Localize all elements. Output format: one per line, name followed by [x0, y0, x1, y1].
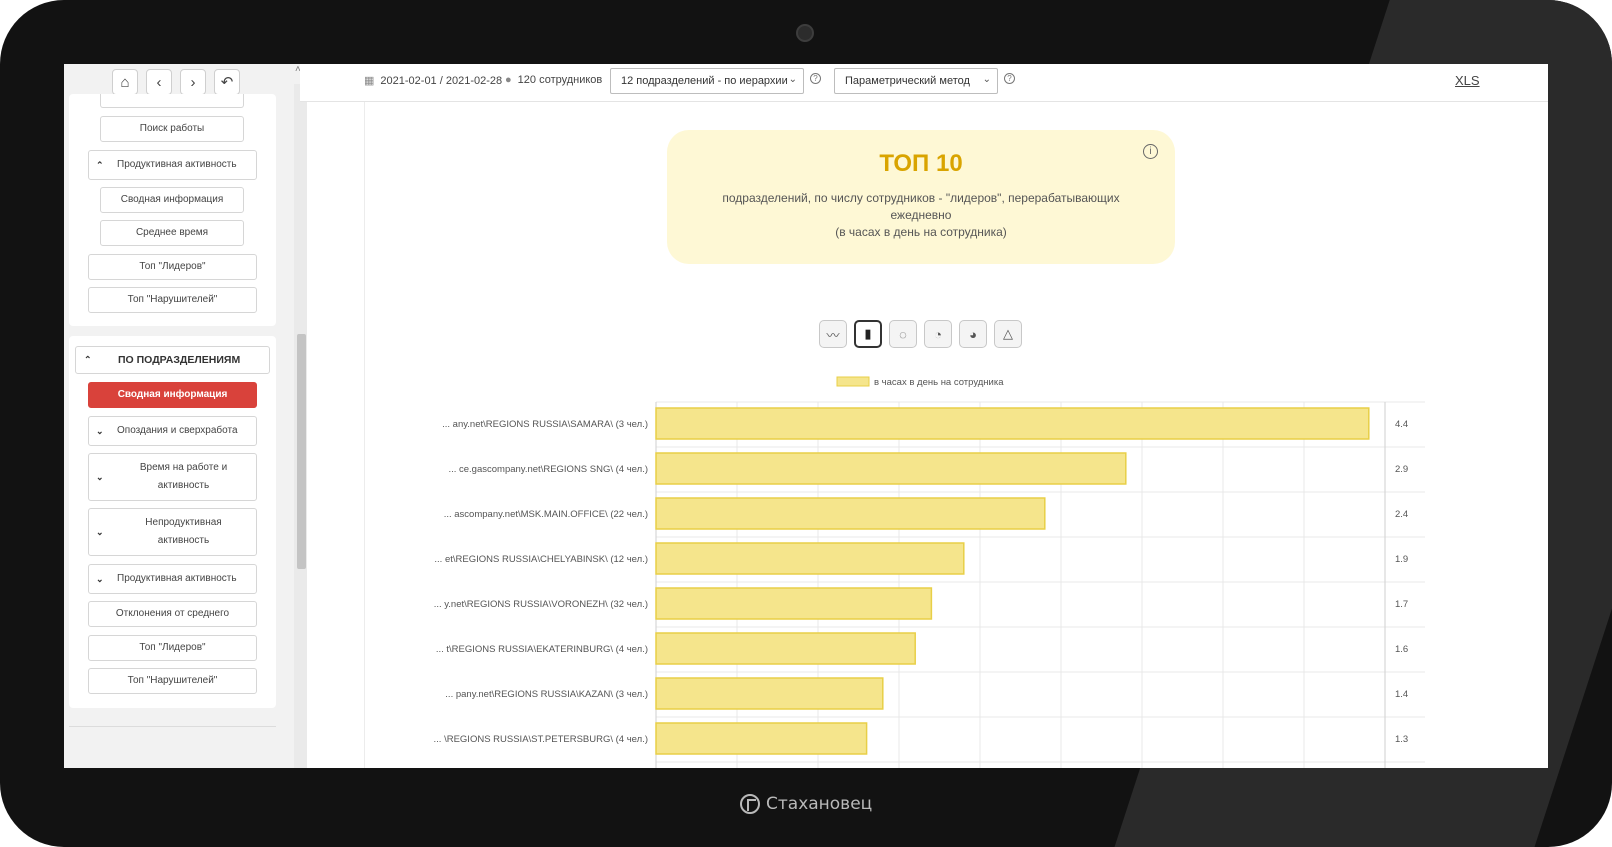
bar — [655, 722, 868, 755]
main-content: ТОП 10 подразделений, по числу сотрудник… — [364, 102, 1504, 768]
forward-icon[interactable]: › — [180, 69, 206, 95]
back-icon[interactable]: ‹ — [146, 69, 172, 95]
calendar-icon: ▦ — [364, 75, 375, 87]
brand: Стахановец — [740, 792, 872, 816]
department-select[interactable]: 12 подразделений - по иерархии ⌄ — [610, 68, 804, 94]
topbar: ▦ 2021-02-01 / 2021-02-28 ● 120 сотрудни… — [300, 64, 1548, 102]
value-label: 1.9 — [1395, 554, 1408, 565]
chart-title: ТОП 10 — [879, 150, 963, 177]
method-select[interactable]: Параметрический метод ⌄ — [834, 68, 998, 94]
category-label: ... ascompany.net\MSK.MAIN.OFFICE\ (22 ч… — [444, 509, 648, 520]
category-label: ... pany.net\REGIONS RUSSIA\KAZAN\ (3 че… — [445, 689, 648, 700]
radar-chart-icon[interactable]: △ — [994, 320, 1022, 348]
bar — [655, 452, 1127, 485]
undo-icon[interactable]: ↶ — [214, 69, 240, 95]
sidebar-scrollbar-thumb[interactable] — [297, 334, 306, 569]
sidebar-item-deviation[interactable]: Отклонения от среднего — [88, 601, 257, 627]
chevron-down-icon: ⌄ — [96, 472, 104, 482]
home-icon[interactable]: ⌂ — [112, 69, 138, 95]
value-label: 4.4 — [1395, 419, 1408, 430]
chart-subtitle: подразделений, по числу сотрудников - "л… — [722, 191, 1120, 239]
info-icon[interactable]: i — [1143, 144, 1158, 159]
employee-count[interactable]: ● 120 сотрудников — [505, 74, 602, 86]
help-icon[interactable]: ? — [1004, 73, 1015, 84]
sidebar-item-partial[interactable] — [100, 94, 244, 108]
nav-toolbar: ⌂ ‹ › ↶ — [112, 69, 240, 95]
bar — [655, 542, 965, 575]
chevron-down-icon: ⌄ — [788, 74, 797, 85]
chevron-down-icon: ⌄ — [96, 426, 104, 436]
bar-chart-icon[interactable]: ▮ — [854, 320, 882, 348]
bar — [655, 587, 933, 620]
sidebar-item-top-leaders[interactable]: Топ "Лидеров" — [88, 254, 257, 280]
bar — [655, 632, 916, 665]
category-label: ... y.net\REGIONS RUSSIA\VORONEZH\ (32 ч… — [434, 599, 648, 610]
value-label: 1.3 — [1395, 734, 1408, 745]
pie-chart-icon[interactable]: ◔ — [924, 320, 952, 348]
category-label: ... t\REGIONS RUSSIA\EKATERINBURG\ (4 че… — [436, 644, 648, 655]
category-label: ... \REGIONS RUSSIA\ST.PETERSBURG\ (4 че… — [434, 734, 648, 745]
tablet-frame: ⌂ ‹ › ↶ ˄ Поиск работы ⌃ Продуктивная ак… — [0, 0, 1612, 847]
sidebar-item-lateness[interactable]: ⌄ Опоздания и сверхработа — [88, 416, 257, 446]
bar — [655, 407, 1370, 440]
title-card: ТОП 10 подразделений, по числу сотрудник… — [667, 130, 1175, 264]
sidebar-item-dept-top-violators[interactable]: Топ "Нарушителей" — [88, 668, 257, 694]
value-label: 2.4 — [1395, 509, 1408, 520]
chevron-up-icon: ⌃ — [96, 160, 104, 170]
bar — [655, 677, 884, 710]
sidebar: ⌂ ‹ › ↶ ˄ Поиск работы ⌃ Продуктивная ак… — [64, 64, 307, 768]
value-label: 1.7 — [1395, 599, 1408, 610]
bar — [655, 497, 1046, 530]
sidebar-item-productive[interactable]: ⌄ Продуктивная активность — [88, 564, 257, 594]
category-label: ... any.net\REGIONS RUSSIA\SAMARA\ (3 че… — [442, 419, 648, 430]
legend-label: в часах в день на сотрудника — [874, 377, 1004, 388]
date-range[interactable]: ▦ 2021-02-01 / 2021-02-28 — [364, 74, 502, 88]
brand-logo-icon — [740, 794, 760, 814]
sidebar-item-top-violators[interactable]: Топ "Нарушителей" — [88, 287, 257, 313]
bar-chart: в часах в день на сотрудника ... any.net\… — [434, 376, 1425, 768]
app-screen: ⌂ ‹ › ↶ ˄ Поиск работы ⌃ Продуктивная ак… — [64, 64, 1548, 768]
chevron-down-icon: ⌄ — [96, 527, 104, 537]
sidebar-item-unproductive[interactable]: ⌄ Непродуктивная активность — [88, 508, 257, 556]
chart-type-switcher: 〰 ▮ ◌ ◔ ◕ △ — [819, 320, 1022, 348]
polar-area-chart-icon[interactable]: ◕ — [959, 320, 987, 348]
sidebar-item-time-at-work[interactable]: ⌄ Время на работе и активность — [88, 453, 257, 501]
xls-export-link[interactable]: XLS — [1455, 73, 1480, 88]
camera-lens — [796, 24, 814, 42]
section-departments-header[interactable]: ⌃ ПО ПОДРАЗДЕЛЕНИЯМ — [75, 346, 270, 374]
chevron-down-icon: ⌄ — [982, 74, 991, 85]
chevron-up-icon: ⌃ — [84, 354, 92, 365]
legend-swatch — [836, 376, 870, 387]
doughnut-chart-icon[interactable]: ◌ — [889, 320, 917, 348]
sidebar-item-job-search[interactable]: Поиск работы — [100, 116, 244, 142]
category-label: ... ce.gascompany.net\REGIONS SNG\ (4 че… — [448, 464, 648, 475]
sidebar-item-summary[interactable]: Сводная информация — [100, 187, 244, 213]
sidebar-divider — [69, 726, 276, 727]
line-chart-icon[interactable]: 〰 — [819, 320, 847, 348]
category-label: ... et\REGIONS RUSSIA\CHELYABINSK\ (12 ч… — [434, 554, 648, 565]
help-icon[interactable]: ? — [810, 73, 821, 84]
chevron-down-icon: ⌄ — [96, 574, 104, 584]
user-icon: ● — [505, 74, 512, 86]
sidebar-item-average-time[interactable]: Среднее время — [100, 220, 244, 246]
sidebar-item-dept-summary[interactable]: Сводная информация — [88, 382, 257, 408]
value-label: 1.6 — [1395, 644, 1408, 655]
value-label: 1.4 — [1395, 689, 1408, 700]
value-label: 2.9 — [1395, 464, 1408, 475]
sidebar-group-productive[interactable]: ⌃ Продуктивная активность — [88, 150, 257, 180]
sidebar-item-dept-top-leaders[interactable]: Топ "Лидеров" — [88, 635, 257, 661]
